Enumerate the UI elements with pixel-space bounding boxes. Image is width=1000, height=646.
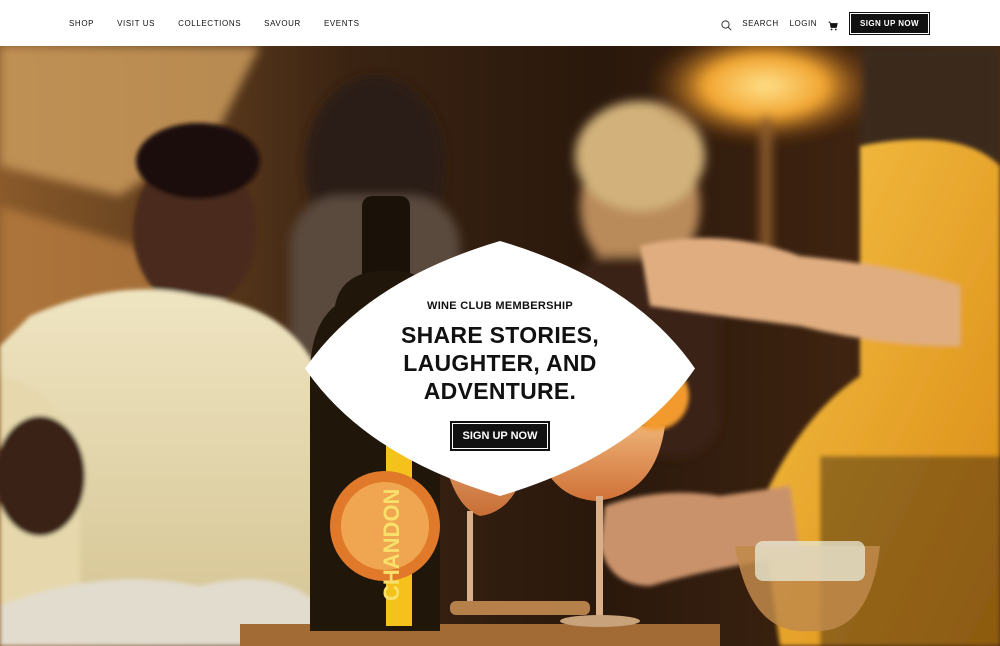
site-header: SHOP VISIT US COLLECTIONS SAVOUR EVENTS … (0, 0, 1000, 46)
nav-collections[interactable]: COLLECTIONS (178, 19, 241, 28)
login-link[interactable]: LOGIN (790, 19, 817, 28)
headline-line-1: SHARE STORIES, (400, 322, 600, 348)
header-signup-button[interactable]: SIGN UP NOW (849, 11, 930, 35)
headline-line-2: LAUGHTER, AND (403, 350, 597, 376)
bottle-label: CHANDON (379, 489, 404, 601)
card-eyebrow: WINE CLUB MEMBERSHIP (427, 300, 573, 312)
cart-icon[interactable] (828, 18, 838, 31)
card-signup-button[interactable]: SIGN UP NOW (450, 421, 550, 451)
card-headline: SHARE STORIES, LAUGHTER, AND ADVENTURE. (401, 321, 599, 405)
search-link[interactable]: SEARCH (742, 19, 778, 28)
nav-shop[interactable]: SHOP (69, 19, 94, 28)
main-nav: SHOP VISIT US COLLECTIONS SAVOUR EVENTS (69, 19, 383, 28)
membership-card: WINE CLUB MEMBERSHIP SHARE STORIES, LAUG… (305, 241, 695, 496)
header-actions: SEARCH LOGIN SIGN UP NOW (721, 11, 930, 35)
hero-section: CHANDON WINE CLUB MEMBERSHIP SHARE STORI… (0, 46, 1000, 646)
headline-line-3: ADVENTURE. (423, 378, 577, 404)
nav-events[interactable]: EVENTS (324, 19, 360, 28)
search-icon[interactable] (721, 18, 732, 31)
nav-visit-us[interactable]: VISIT US (117, 19, 155, 28)
nav-savour[interactable]: SAVOUR (264, 19, 301, 28)
